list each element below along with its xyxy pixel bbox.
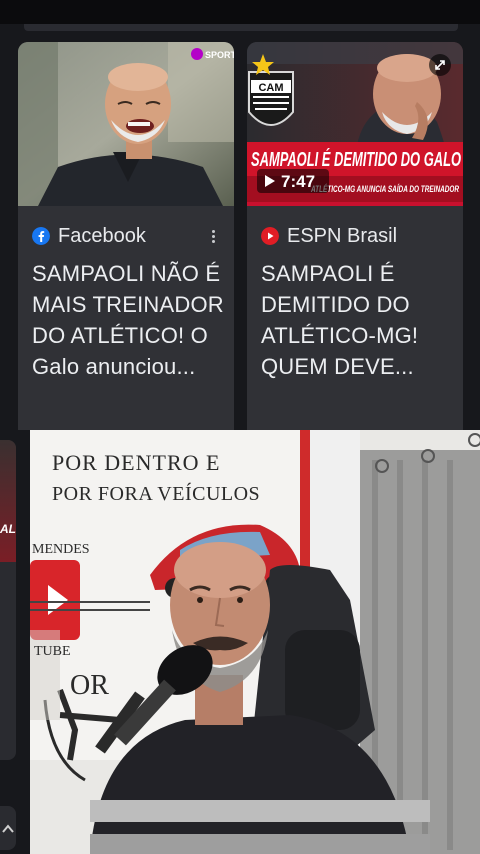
video-duration: 7:47 <box>281 172 315 191</box>
previous-card-edge <box>24 24 458 31</box>
thumbnail-sampaoli-demitido[interactable]: CAM SAMPAOLI É DEMITIDO DO GALO ATLÉTICO… <box>247 42 463 206</box>
thumbnail-sampaoli-laughing[interactable]: SPORTS <box>18 42 234 206</box>
crest-text: CAM <box>258 82 283 94</box>
banner-side-text: MENDES <box>32 542 90 557</box>
webcam-video-overlay[interactable]: POR DENTRO E POR FORA VEÍCULOS MENDES TU… <box>30 430 480 854</box>
card-meta: ESPN Brasil <box>261 224 451 248</box>
top-bar <box>0 0 480 24</box>
news-card-facebook[interactable]: SPORTS Facebook SAMPAOLI NÃO É MAIS TREI… <box>18 42 234 430</box>
side-card[interactable]: ALI <box>0 440 16 760</box>
news-card-espn[interactable]: CAM SAMPAOLI É DEMITIDO DO GALO ATLÉTICO… <box>247 42 463 430</box>
banner-tube-text: TUBE <box>34 644 71 659</box>
headline[interactable]: SAMPAOLI NÃO É MAIS TREINADOR DO ATLÉTIC… <box>32 258 226 382</box>
banner-line-2: POR FORA VEÍCULOS <box>52 483 261 505</box>
screen: SPORTS Facebook SAMPAOLI NÃO É MAIS TREI… <box>0 0 480 854</box>
facebook-icon <box>32 227 50 245</box>
youtube-icon <box>261 227 279 245</box>
card-meta: Facebook <box>32 224 222 248</box>
source-name: Facebook <box>58 225 146 247</box>
headline[interactable]: SAMPAOLI É DEMITIDO DO ATLÉTICO-MG! QUEM… <box>261 258 455 382</box>
banner-line-1: POR DENTRO E <box>52 450 221 475</box>
source-name: ESPN Brasil <box>287 225 398 247</box>
thumbnail-banner: SAMPAOLI É DEMITIDO DO GALO <box>251 148 461 171</box>
side-card-thumbnail <box>0 440 16 562</box>
thumbnail-image: SPORTS <box>18 42 234 206</box>
thumbnail-image: CAM SAMPAOLI É DEMITIDO DO GALO ATLÉTICO… <box>247 42 463 206</box>
thumbnail-subbanner: ATLÉTICO-MG ANUNCIA SAÍDA DO TREINADOR <box>310 184 459 194</box>
thumbnail-badge: SPORTS <box>205 50 234 60</box>
more-options-icon[interactable] <box>208 228 218 246</box>
side-card-label: ALI <box>0 522 16 536</box>
banner-bottom-text: OR <box>70 670 109 701</box>
collapse-chevron-icon[interactable] <box>0 806 16 850</box>
